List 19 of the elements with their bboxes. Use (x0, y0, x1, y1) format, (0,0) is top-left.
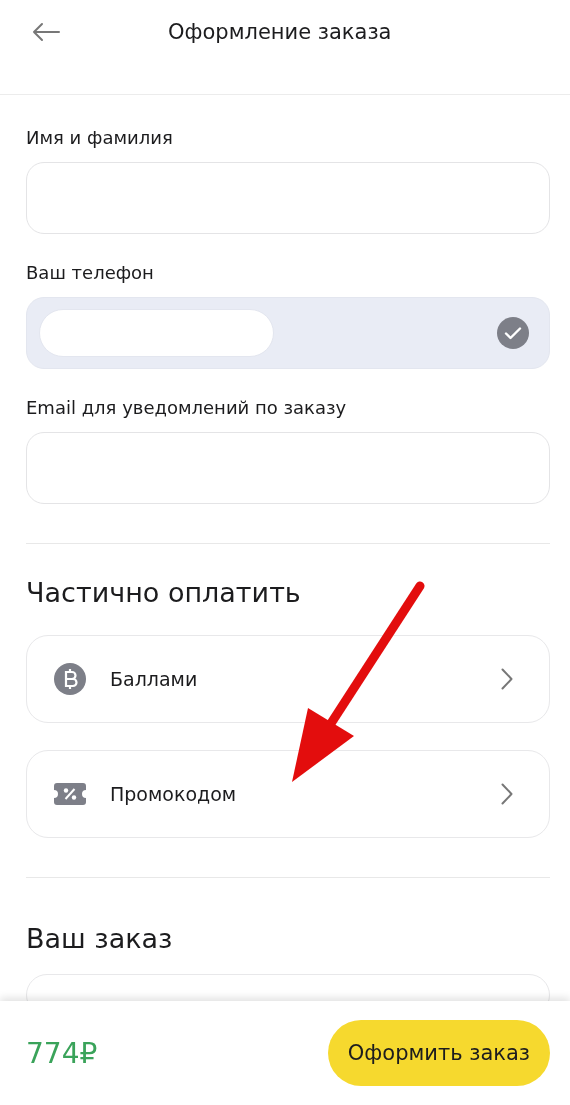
coin-icon (54, 663, 86, 695)
option-label: Баллами (110, 668, 199, 690)
back-icon[interactable] (32, 22, 60, 42)
chevron-icon (501, 783, 513, 805)
input-field[interactable] (26, 297, 550, 369)
total-price: 774₽ (26, 1036, 98, 1070)
input-field[interactable] (26, 162, 550, 234)
page-title: Оформление заказа (168, 20, 392, 44)
checkout-button[interactable]: Оформить заказ (327, 1020, 550, 1086)
chevron-icon (501, 668, 513, 690)
field-label: Имя и фамилия (26, 127, 174, 148)
field-label: Email для уведомлений по заказу (26, 397, 348, 418)
section-heading: Частично оплатить (26, 576, 302, 610)
field-label: Ваш телефон (26, 262, 155, 283)
option-label: Промокодом (110, 783, 238, 805)
coupon-icon (54, 783, 86, 805)
section-heading: Ваш заказ (26, 922, 174, 956)
input-field[interactable] (26, 432, 550, 504)
check-icon (497, 317, 529, 349)
